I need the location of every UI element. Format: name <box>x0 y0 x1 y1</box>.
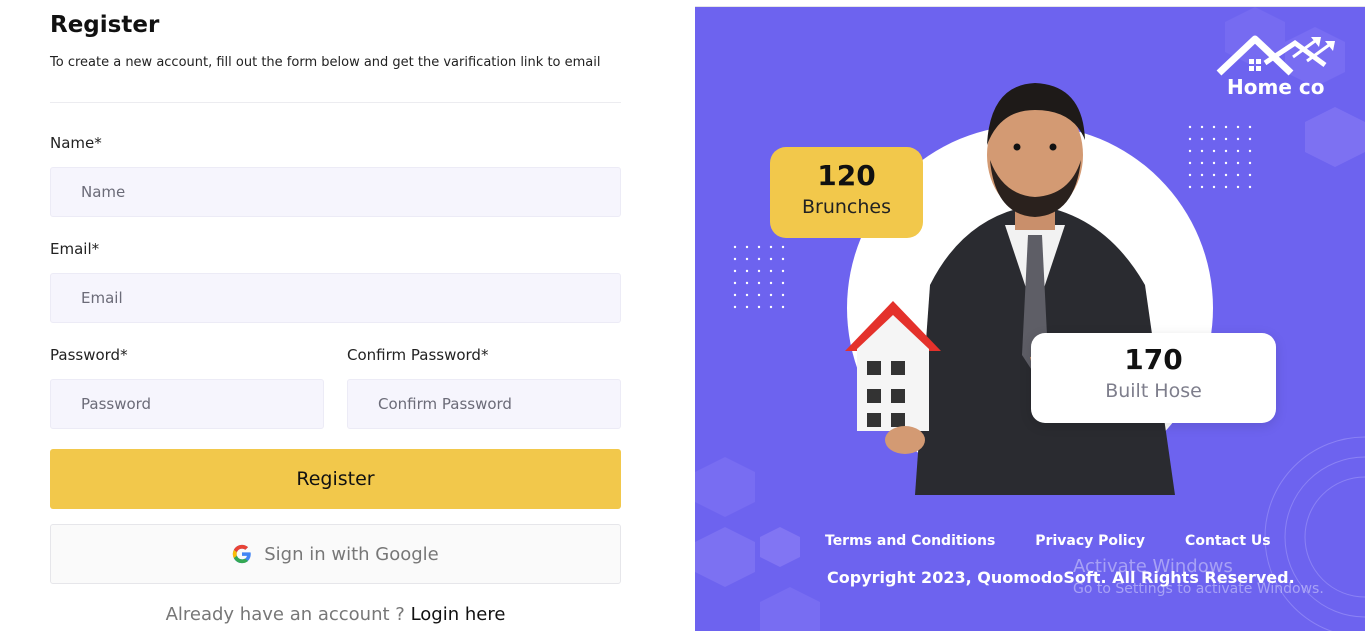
footer-links: Terms and Conditions Privacy Policy Cont… <box>825 533 1271 549</box>
stat-brunches-value: 120 <box>817 159 876 192</box>
businessman-with-house-image <box>845 83 1175 495</box>
email-placeholder: Email <box>81 289 123 307</box>
register-button[interactable]: Register <box>50 449 621 509</box>
password-label: Password* <box>50 346 128 364</box>
dot-grid-left <box>733 245 785 309</box>
activate-windows-subtitle: Go to Settings to activate Windows. <box>1073 581 1324 597</box>
login-prompt-text: Already have an account ? <box>165 604 405 625</box>
stat-brunches-label: Brunches <box>801 196 891 218</box>
email-label: Email* <box>50 240 100 258</box>
form-subtitle: To create a new account, fill out the fo… <box>50 55 601 70</box>
name-placeholder: Name <box>81 183 126 201</box>
stat-built-hose-value: 170 <box>1124 343 1183 376</box>
register-form: Register To create a new account, fill o… <box>0 0 695 631</box>
form-divider <box>50 102 621 103</box>
google-icon <box>233 544 251 564</box>
password-placeholder: Password <box>81 395 152 413</box>
name-input[interactable]: Name <box>50 167 621 217</box>
email-input[interactable]: Email <box>50 273 621 323</box>
google-signin-label: Sign in with Google <box>264 543 439 565</box>
google-signin-button[interactable]: Sign in with Google <box>50 524 621 584</box>
stat-card-brunches: 120 Brunches <box>770 147 923 238</box>
promo-panel: Home co 120 Brunches 170 Built Hose Term… <box>695 7 1365 631</box>
stat-built-hose-label: Built Hose <box>1105 380 1202 402</box>
password-input[interactable]: Password <box>50 379 324 429</box>
footer-link-privacy[interactable]: Privacy Policy <box>1035 533 1145 549</box>
activate-windows-title: Activate Windows <box>1073 556 1233 577</box>
footer-link-contact[interactable]: Contact Us <box>1185 533 1271 549</box>
brand-name: Home co <box>1227 75 1325 99</box>
login-link[interactable]: Login here <box>411 604 506 625</box>
login-prompt: Already have an account ? Login here <box>50 604 621 625</box>
confirm-password-input[interactable]: Confirm Password <box>347 379 621 429</box>
footer-link-terms[interactable]: Terms and Conditions <box>825 533 995 549</box>
confirm-password-placeholder: Confirm Password <box>378 395 512 413</box>
page-title: Register <box>50 12 160 38</box>
confirm-password-label: Confirm Password* <box>347 346 489 364</box>
stat-card-built-hose: 170 Built Hose <box>1031 333 1276 423</box>
name-label: Name* <box>50 134 102 152</box>
